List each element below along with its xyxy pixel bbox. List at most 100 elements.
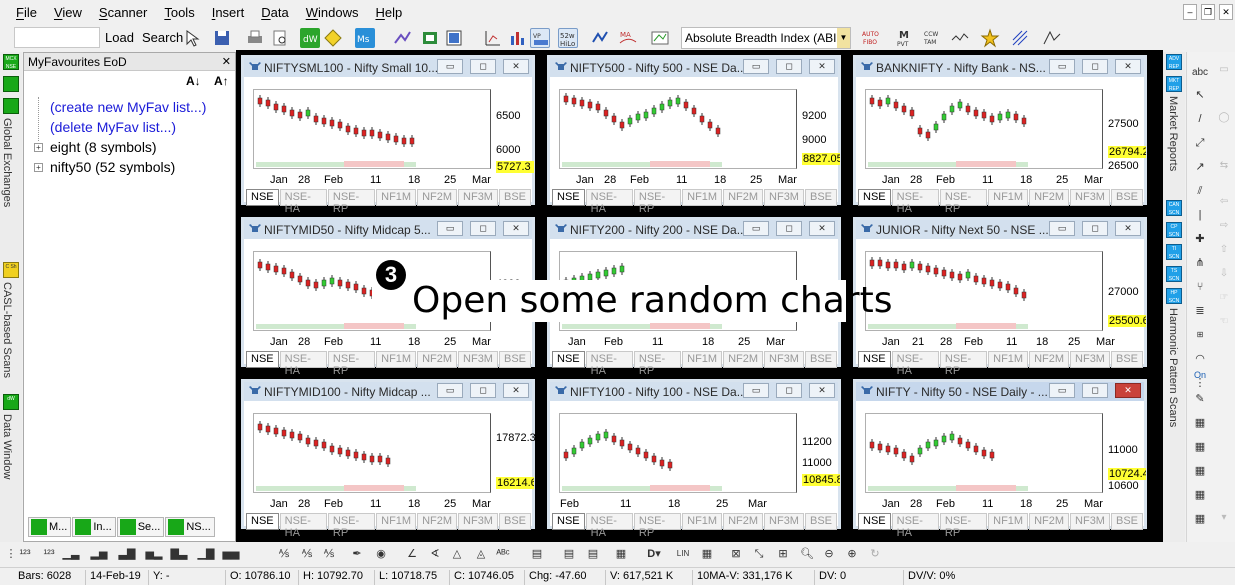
exchange-tab[interactable]: NSE-RP: [939, 189, 988, 215]
maximize-icon[interactable]: ◻: [776, 221, 802, 236]
tab-casl-scans[interactable]: CASL-based Scans: [1, 282, 13, 378]
volume-profile-icon[interactable]: VP: [530, 28, 550, 48]
chart-window[interactable]: JUNIOR - Nifty Next 50 - NSE ... ▭ ◻ ✕ 27000…: [853, 217, 1147, 377]
load-button[interactable]: Load: [105, 30, 134, 45]
menu-insert[interactable]: Insert: [204, 5, 254, 20]
arrow-right-icon[interactable]: ⇨: [1216, 220, 1232, 236]
grid-icon[interactable]: ▦: [1191, 414, 1209, 432]
exchange-tab[interactable]: BSE: [804, 189, 837, 206]
exchange-tab[interactable]: NF2M: [417, 189, 458, 206]
ts-scn-icon[interactable]: TS SCN: [1166, 266, 1182, 282]
grid-icon[interactable]: ▦: [1191, 462, 1209, 480]
minimize-icon[interactable]: ▭: [743, 59, 769, 74]
close-icon[interactable]: ✕: [1115, 221, 1141, 236]
price-plot[interactable]: [253, 89, 491, 169]
exchange-tab[interactable]: NSE: [858, 351, 891, 368]
fibo-icon[interactable]: ≣: [1191, 302, 1209, 320]
can-scn-icon[interactable]: CAN SCN: [1166, 200, 1182, 216]
menu-help[interactable]: Help: [367, 5, 411, 20]
numbers-icon[interactable]: ¹²³: [16, 545, 34, 563]
maximize-icon[interactable]: ◻: [776, 59, 802, 74]
cp-scn-icon[interactable]: CP SCN: [1166, 222, 1182, 238]
chart-title-bar[interactable]: NIFTY - Nifty 50 - NSE Daily - ... ▭ ◻ ✕: [856, 382, 1144, 401]
bar-chart-icon[interactable]: ▃▇: [118, 545, 136, 563]
price-plot[interactable]: [559, 89, 797, 169]
fibo-ext-icon[interactable]: ⊞: [1191, 326, 1209, 344]
trendline-icon[interactable]: ⤢: [1191, 134, 1209, 152]
exchange-tab[interactable]: BSE: [498, 189, 531, 206]
exchange-tab[interactable]: NSE-RP: [633, 189, 682, 215]
exchange-tab[interactable]: NF1M: [988, 189, 1029, 206]
on-toggle[interactable]: On: [1191, 366, 1209, 384]
menu-data[interactable]: Data: [253, 5, 297, 20]
exchange-tab[interactable]: NSE: [246, 189, 279, 206]
rectangle-icon[interactable]: ▭: [1216, 64, 1232, 80]
tree-node-eight[interactable]: eight (8 symbols): [50, 139, 157, 155]
delete-myfav-link[interactable]: (delete MyFav list...): [50, 119, 176, 135]
bar-chart-icon[interactable]: ▇▃: [170, 545, 188, 563]
menu-view[interactable]: View: [46, 5, 91, 20]
bar-chart-icon[interactable]: ▁▃: [62, 545, 80, 563]
zoom-icon[interactable]: 🔍︎: [798, 545, 816, 563]
refresh-icon[interactable]: ↻: [866, 545, 884, 563]
tab-harmonic-pattern-scans[interactable]: Harmonic Pattern Scans: [1167, 308, 1179, 427]
global-exchanges-icon[interactable]: MCX NSE: [3, 54, 19, 70]
arrow-down-icon[interactable]: ⇩: [1216, 268, 1232, 284]
numbers-icon[interactable]: ¹²³: [40, 545, 58, 563]
exchange-tab[interactable]: NF1M: [682, 189, 723, 206]
exchange-tab[interactable]: NSE-HA: [279, 189, 327, 215]
close-icon[interactable]: ✕: [809, 59, 835, 74]
chart-window[interactable]: NIFTY100 - Nifty 100 - NSE Da... ▭ ◻ ✕ 11200…: [547, 379, 841, 539]
ms-icon[interactable]: Ms: [355, 28, 375, 48]
exchange-tab[interactable]: BSE: [498, 351, 531, 368]
exchange-tab[interactable]: NF1M: [376, 513, 417, 530]
network-icon[interactable]: [392, 28, 412, 48]
grid-icon[interactable]: ▦: [1191, 486, 1209, 504]
indicator-icon[interactable]: [323, 28, 343, 48]
m-pvt-button[interactable]: M PVT: [895, 28, 915, 48]
wave-icon[interactable]: ⅍: [275, 545, 293, 563]
exchange-tab[interactable]: NSE-RP: [633, 513, 682, 539]
auto-fibo-button[interactable]: AUTO FIBO: [862, 28, 882, 48]
minimize-icon[interactable]: ▭: [1049, 383, 1075, 398]
tab-indices[interactable]: In...: [72, 517, 116, 537]
minimize-icon[interactable]: ▭: [437, 59, 463, 74]
bar-chart-icon[interactable]: ▁▇: [197, 545, 215, 563]
abc-icon[interactable]: ᴬᴮᶜ: [494, 545, 512, 563]
exchange-tab[interactable]: NF3M: [458, 189, 498, 206]
minimize-icon[interactable]: ▭: [743, 221, 769, 236]
menu-windows[interactable]: Windows: [298, 5, 368, 20]
close-icon[interactable]: ✕: [503, 383, 529, 398]
ccw-tam-button[interactable]: CCW TAM: [923, 28, 943, 48]
exchange-tab[interactable]: NF2M: [723, 351, 764, 368]
maximize-icon[interactable]: ◻: [470, 59, 496, 74]
exchange-tab[interactable]: NF2M: [1029, 351, 1070, 368]
trend-icon[interactable]: [1010, 28, 1030, 48]
pointer-icon[interactable]: ↖: [1191, 86, 1209, 104]
fit-icon[interactable]: ⤡: [750, 545, 768, 563]
exchange-tab[interactable]: BSE: [1110, 351, 1143, 368]
channel-icon[interactable]: ⫽: [1191, 182, 1209, 200]
ew-icon[interactable]: ⇆: [1216, 160, 1232, 176]
lin-icon[interactable]: LIN: [674, 545, 692, 563]
exchange-tab[interactable]: NF1M: [988, 351, 1029, 368]
chart-title-bar[interactable]: NIFTYMID100 - Nifty Midcap ... ▭ ◻ ✕: [244, 382, 532, 401]
triangle-icon[interactable]: ◬: [472, 545, 490, 563]
exchange-tab[interactable]: BSE: [804, 351, 837, 368]
exchange-tab[interactable]: NSE: [858, 513, 891, 530]
arrow-up-icon[interactable]: ⇧: [1216, 244, 1232, 260]
template-icon[interactable]: [650, 28, 670, 48]
chart-window[interactable]: NIFTY - Nifty 50 - NSE Daily - ... ▭ ◻ ✕ 110…: [853, 379, 1147, 539]
pointer-icon[interactable]: [182, 28, 202, 48]
document-icon[interactable]: ▤: [560, 545, 578, 563]
exchange-tab[interactable]: NF2M: [723, 189, 764, 206]
exchange-tab[interactable]: NSE-HA: [279, 513, 327, 539]
casl-icon[interactable]: C Sh: [3, 262, 19, 278]
exchange-tab[interactable]: NF3M: [458, 351, 498, 368]
chevron-down-icon[interactable]: ▾: [1216, 512, 1232, 528]
fit-icon[interactable]: ⊠: [727, 545, 745, 563]
exchange-tab[interactable]: NF3M: [1070, 189, 1110, 206]
d-tool-icon[interactable]: D▾: [645, 545, 663, 563]
grid-icon[interactable]: ▦: [1191, 510, 1209, 528]
symbol-input[interactable]: [14, 27, 100, 48]
